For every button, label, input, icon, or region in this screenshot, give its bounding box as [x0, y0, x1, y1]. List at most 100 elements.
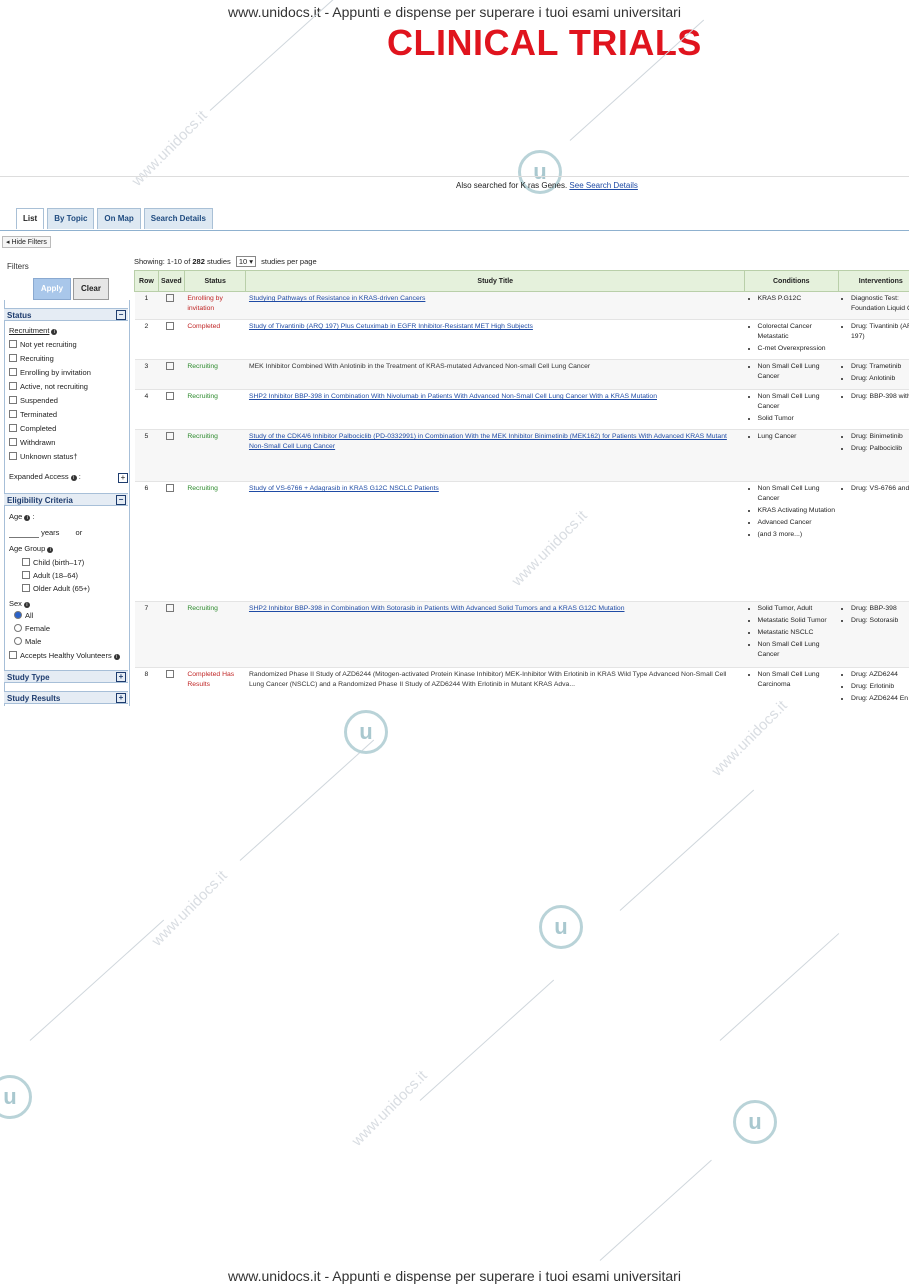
table-row: 4 Recruiting SHP2 Inhibitor BBP-398 in Com… [134, 389, 909, 430]
collapse-icon[interactable]: − [116, 495, 126, 505]
tab-list[interactable]: List [16, 208, 45, 229]
checkbox-icon[interactable] [9, 452, 17, 460]
status-section-header[interactable]: Status − [4, 308, 128, 321]
tab-by-topic[interactable]: By Topic [47, 208, 95, 229]
intervention-item: Drug: BBP-398 with [851, 392, 909, 402]
save-checkbox-icon[interactable] [165, 362, 174, 370]
recruitment-option[interactable]: Recruiting [9, 354, 54, 363]
study-title-link[interactable]: Study of the CDK4/6 Inhibitor Palbocicli… [249, 433, 727, 450]
sex-option[interactable]: All [14, 611, 33, 620]
col-header-status[interactable]: Status [183, 270, 247, 292]
eligibility-section-header[interactable]: Eligibility Criteria − [4, 493, 128, 506]
recruitment-option[interactable]: Withdrawn [9, 438, 55, 447]
col-header-saved[interactable]: Saved [157, 270, 185, 292]
save-checkbox-icon[interactable] [165, 604, 174, 612]
recruitment-option[interactable]: Completed [9, 424, 56, 433]
study-title-link[interactable]: Study of Tivantinib (ARQ 197) Plus Cetux… [249, 323, 533, 330]
saved-cell [158, 429, 185, 482]
intervention-item: Drug: Palbociclib [851, 444, 909, 454]
age-input[interactable] [9, 528, 39, 538]
also-searched-prefix: Also searched for K ras Genes. [456, 181, 568, 190]
save-checkbox-icon[interactable] [165, 392, 174, 400]
per-page-select[interactable]: 10 ▾ [235, 256, 257, 267]
checkbox-icon[interactable] [22, 571, 30, 579]
checkbox-icon[interactable] [22, 584, 30, 592]
tab-on-map[interactable]: On Map [97, 208, 141, 229]
info-icon[interactable]: i [51, 329, 58, 335]
watermark-line [29, 919, 165, 1041]
clear-button[interactable]: Clear [73, 278, 109, 300]
expand-icon[interactable]: + [116, 693, 126, 703]
saved-cell [158, 291, 185, 320]
tab-search-details[interactable]: Search Details [143, 208, 213, 229]
radio-icon[interactable] [14, 637, 22, 645]
recruitment-option[interactable]: Enrolling by invitation [9, 368, 91, 377]
info-icon[interactable]: i [70, 475, 77, 481]
recruitment-option[interactable]: Active, not recruiting [9, 382, 88, 391]
filters-panel: Filters Apply Clear Status − Recruitment… [4, 256, 130, 706]
eligibility-header-label: Eligibility Criteria [7, 496, 73, 505]
age-group-option[interactable]: Adult (18–64) [22, 571, 78, 580]
study-title-link[interactable]: Randomized Phase II Study of AZD6244 (Mi… [249, 671, 726, 688]
checkbox-icon[interactable] [9, 410, 17, 418]
study-title-link[interactable]: SHP2 Inhibitor BBP-398 in Combination Wi… [249, 605, 625, 612]
save-checkbox-icon[interactable] [165, 670, 174, 678]
sex-option[interactable]: Female [14, 624, 50, 633]
info-icon[interactable]: i [113, 654, 120, 660]
study-title-link[interactable]: Studying Pathways of Resistance in KRAS-… [249, 295, 425, 302]
watermark-text: www.unidocs.it [348, 1067, 431, 1150]
recruitment-option[interactable]: Terminated [9, 410, 57, 419]
expand-icon[interactable]: + [118, 473, 128, 483]
healthy-volunteers-option[interactable]: Accepts Healthy Volunteers i [9, 651, 120, 660]
checkbox-icon[interactable] [9, 396, 17, 404]
conditions-cell: Non Small Cell Lung Cancer Solid Tumor [744, 389, 839, 430]
status-cell: Recruiting [184, 429, 246, 482]
results-count: Showing: 1-10 of 282 studies 10 ▾ studie… [134, 256, 317, 267]
save-checkbox-icon[interactable] [165, 432, 174, 440]
age-group-option[interactable]: Child (birth–17) [22, 558, 84, 567]
radio-icon[interactable] [14, 624, 22, 632]
condition-item: Non Small Cell Lung Carcinoma [758, 670, 836, 690]
col-header-interventions[interactable]: Interventions [837, 270, 909, 292]
checkbox-icon[interactable] [9, 651, 17, 659]
col-header-conditions[interactable]: Conditions [744, 270, 839, 292]
checkbox-icon[interactable] [9, 424, 17, 432]
save-checkbox-icon[interactable] [165, 484, 174, 492]
sex-option[interactable]: Male [14, 637, 41, 646]
checkbox-icon[interactable] [9, 382, 17, 390]
table-row: 8 Completed Has Results Randomized Phase I… [134, 667, 909, 706]
checkbox-icon[interactable] [9, 368, 17, 376]
save-checkbox-icon[interactable] [165, 322, 174, 330]
col-header-title[interactable]: Study Title [245, 270, 746, 292]
checkbox-icon[interactable] [9, 354, 17, 362]
radio-selected-icon[interactable] [14, 611, 22, 619]
col-header-row[interactable]: Row [134, 270, 159, 292]
recruitment-option[interactable]: Unknown status† [9, 452, 78, 461]
study-results-section-header[interactable]: Study Results + [4, 691, 128, 704]
info-icon[interactable]: i [47, 547, 54, 553]
study-title-link[interactable]: Study of VS-6766 + Adagrasib in KRAS G12… [249, 485, 439, 492]
recruitment-option[interactable]: Suspended [9, 396, 58, 405]
study-type-section-header[interactable]: Study Type + [4, 670, 128, 683]
apply-button[interactable]: Apply [33, 278, 71, 300]
age-group-option[interactable]: Older Adult (65+) [22, 584, 90, 593]
info-icon[interactable]: i [24, 515, 31, 521]
intervention-item: Drug: Anlotinib [851, 374, 909, 384]
checkbox-icon[interactable] [9, 438, 17, 446]
save-checkbox-icon[interactable] [165, 294, 174, 302]
watermark-text: www.unidocs.it [148, 867, 231, 950]
expanded-access-label[interactable]: Expanded Access i : [9, 472, 81, 481]
collapse-icon[interactable]: − [116, 310, 126, 320]
study-title-link[interactable]: SHP2 Inhibitor BBP-398 in Combination Wi… [249, 393, 657, 400]
expand-icon[interactable]: + [116, 672, 126, 682]
row-number: 1 [134, 291, 159, 320]
checkbox-icon[interactable] [22, 558, 30, 566]
study-title-link[interactable]: MEK Inhibitor Combined With Anlotinib in… [249, 363, 590, 370]
hide-filters-button[interactable]: ◂ Hide Filters [2, 236, 51, 248]
see-search-details-link[interactable]: See Search Details [569, 181, 637, 190]
recruitment-option[interactable]: Not yet recruiting [9, 340, 77, 349]
watermark-line [619, 789, 755, 911]
row-number: 8 [134, 667, 159, 706]
info-icon[interactable]: i [23, 602, 30, 608]
checkbox-icon[interactable] [9, 340, 17, 348]
